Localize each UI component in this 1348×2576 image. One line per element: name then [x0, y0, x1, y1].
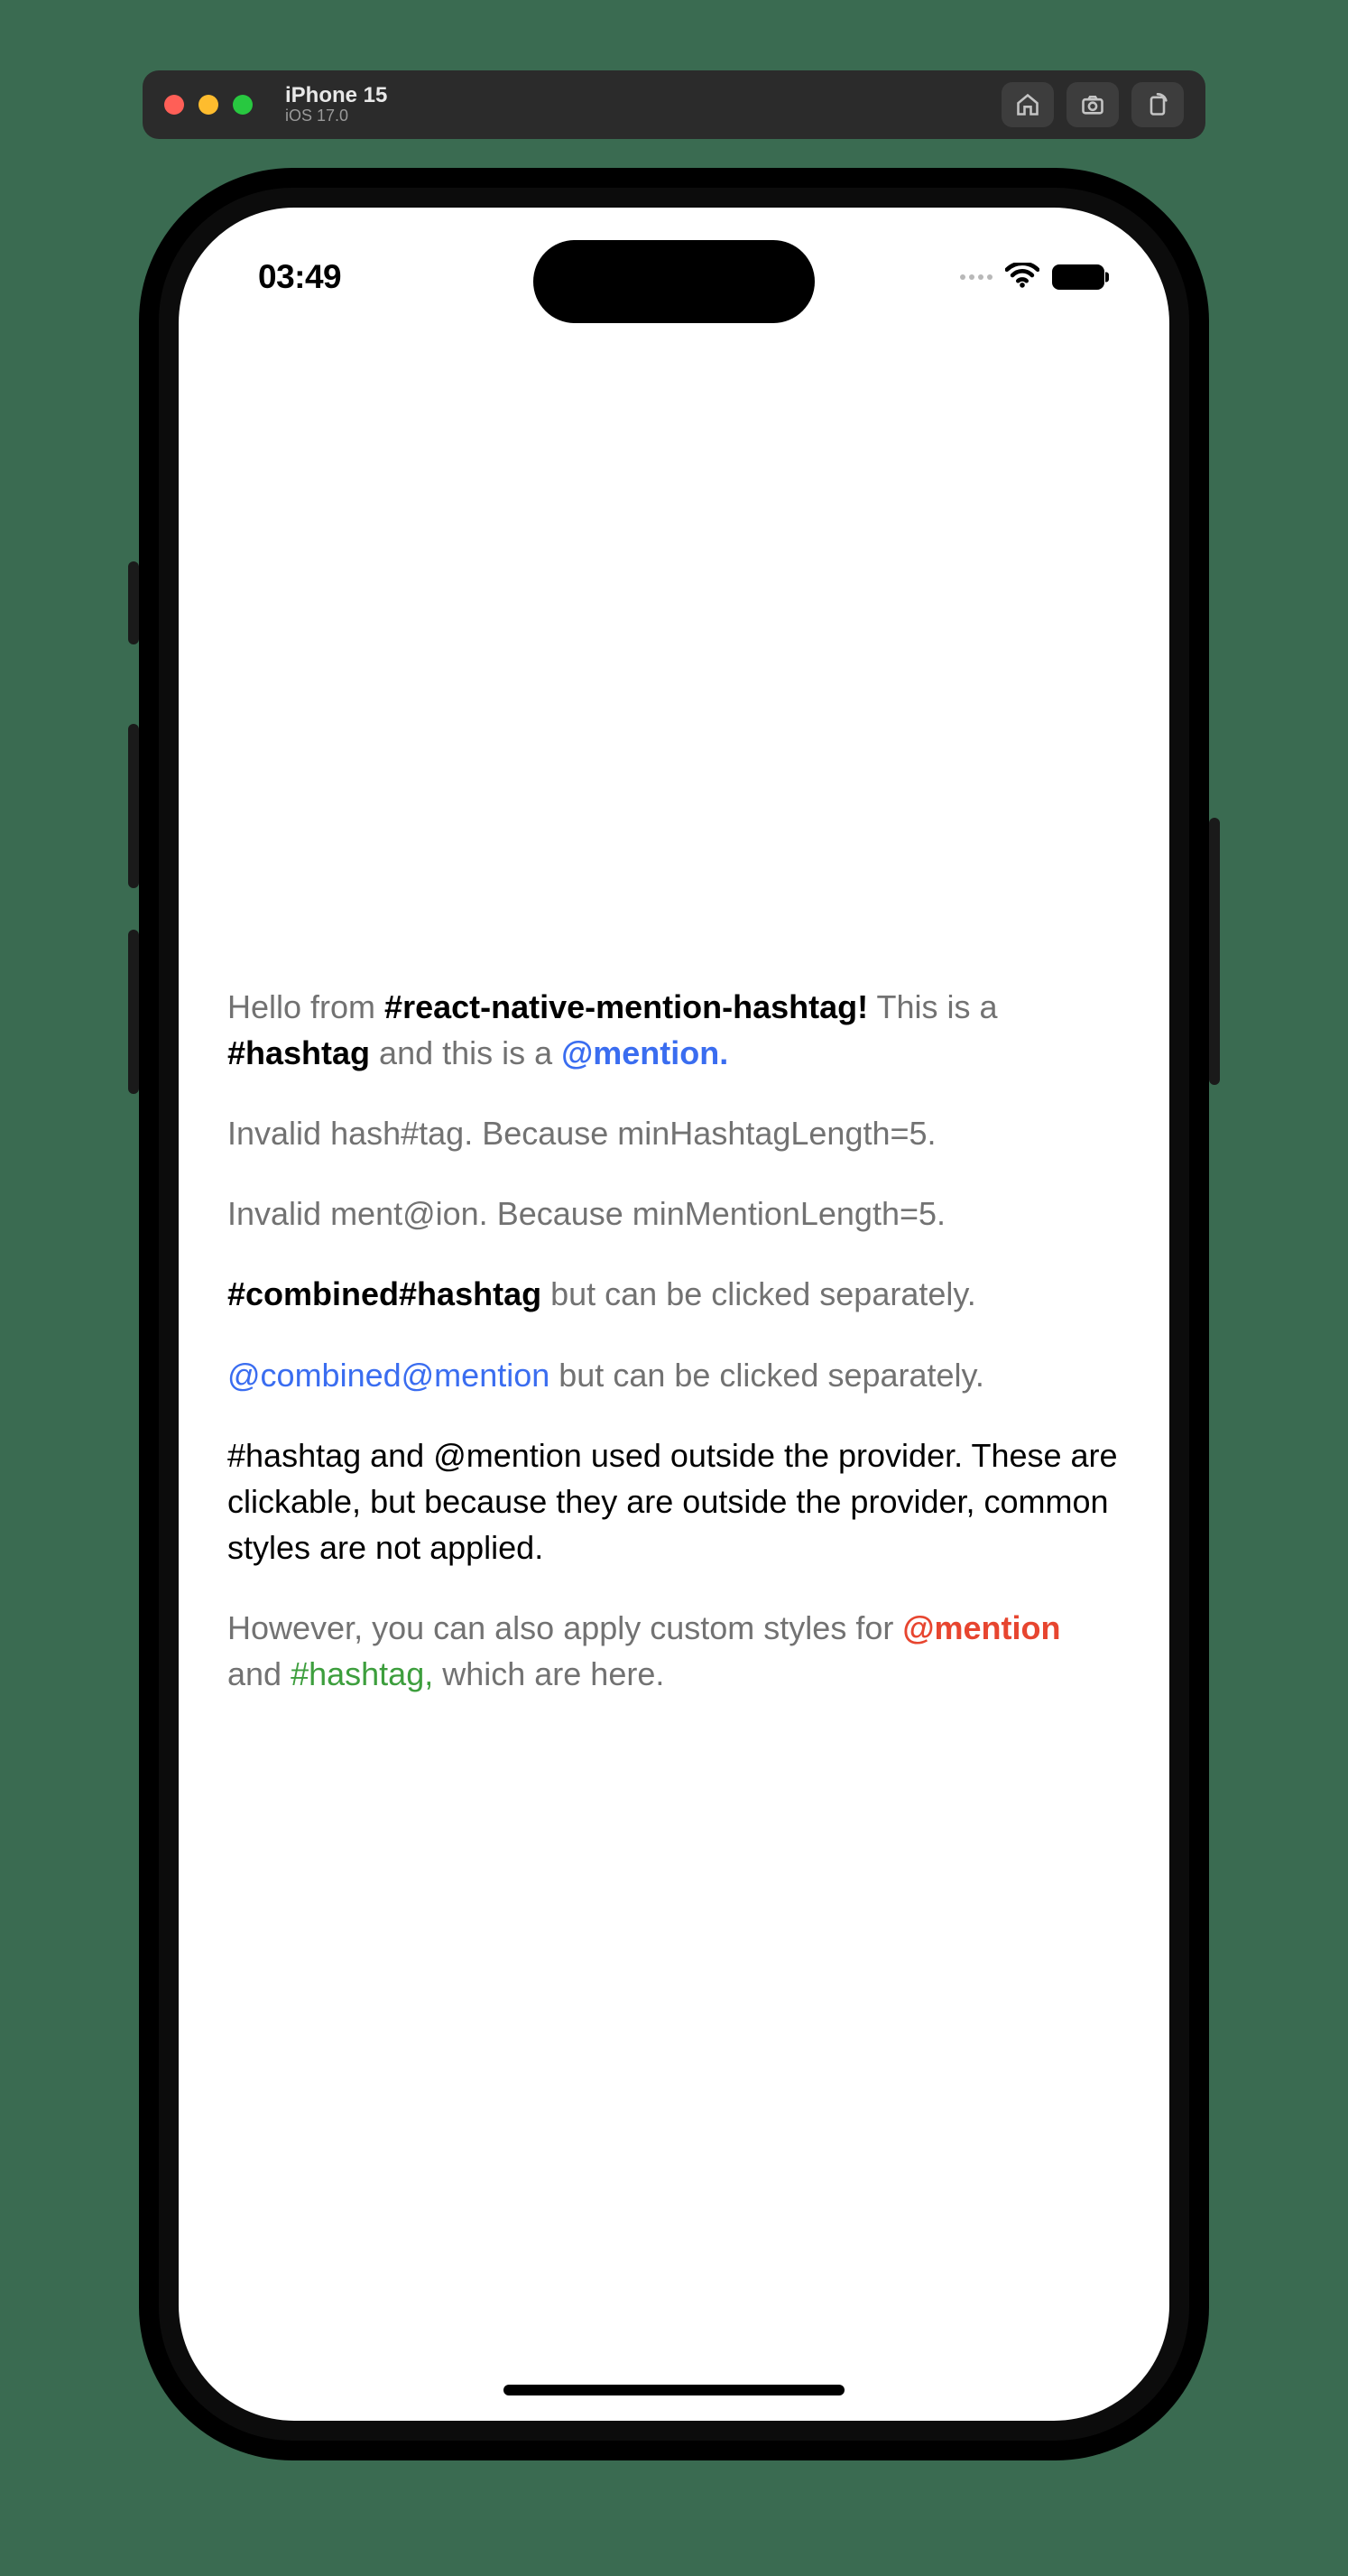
text: This is a [868, 988, 997, 1025]
power-button[interactable] [1209, 818, 1220, 1085]
mention-link[interactable]: @combined@mention [227, 1357, 549, 1394]
paragraph-5: @combined@mention but can be clicked sep… [227, 1352, 1121, 1398]
hashtag-link[interactable]: #hashtag, [291, 1655, 433, 1692]
hashtag-link[interactable]: #hashtag [227, 1034, 370, 1071]
home-icon [1015, 92, 1040, 117]
home-indicator[interactable] [503, 2385, 845, 2395]
text: and this is a [370, 1034, 561, 1071]
volume-down-button[interactable] [128, 930, 139, 1094]
text: but can be clicked separately. [541, 1275, 976, 1312]
paragraph-1: Hello from #react-native-mention-hashtag… [227, 984, 1121, 1076]
close-window-button[interactable] [164, 95, 184, 115]
hashtag-link[interactable]: #combined#hashtag [227, 1275, 541, 1312]
rotate-button[interactable] [1131, 82, 1184, 127]
mention-link[interactable]: @mention. [561, 1034, 728, 1071]
paragraph-4: #combined#hashtag but can be clicked sep… [227, 1271, 1121, 1317]
app-content: Hello from #react-native-mention-hashtag… [227, 984, 1121, 1731]
status-indicators [960, 263, 1104, 292]
camera-icon [1080, 92, 1105, 117]
battery-icon [1052, 264, 1104, 290]
volume-up-button[interactable] [128, 724, 139, 888]
phone-screen: 03:49 Hello from #react-native-mention-h… [179, 208, 1169, 2421]
status-time: 03:49 [258, 258, 341, 296]
minimize-window-button[interactable] [199, 95, 218, 115]
simulator-toolbar: iPhone 15 iOS 17.0 [143, 70, 1205, 139]
cellular-icon [960, 274, 993, 280]
text: Hello from [227, 988, 384, 1025]
os-version: iOS 17.0 [285, 107, 387, 125]
device-name: iPhone 15 [285, 84, 387, 107]
text: However, you can also apply custom style… [227, 1609, 902, 1646]
paragraph-3: Invalid ment@ion. Because minMentionLeng… [227, 1191, 1121, 1237]
silence-switch[interactable] [128, 561, 139, 644]
wifi-icon [1005, 263, 1039, 292]
paragraph-6: #hashtag and @mention used outside the p… [227, 1432, 1121, 1571]
text: which are here. [433, 1655, 664, 1692]
screenshot-button[interactable] [1066, 82, 1119, 127]
text: but can be clicked separately. [549, 1357, 984, 1394]
window-controls [164, 95, 253, 115]
phone-bezel: 03:49 Hello from #react-native-mention-h… [159, 188, 1189, 2441]
hashtag-link[interactable]: #react-native-mention-hashtag! [384, 988, 868, 1025]
rotate-icon [1145, 92, 1170, 117]
home-button[interactable] [1002, 82, 1054, 127]
simulator-actions [1002, 82, 1184, 127]
paragraph-7: However, you can also apply custom style… [227, 1605, 1121, 1697]
paragraph-2: Invalid hash#tag. Because minHashtagLeng… [227, 1110, 1121, 1156]
simulator-title: iPhone 15 iOS 17.0 [285, 84, 387, 125]
mention-link[interactable]: @mention [902, 1609, 1060, 1646]
phone-frame: 03:49 Hello from #react-native-mention-h… [139, 168, 1209, 2460]
status-bar: 03:49 [179, 249, 1169, 305]
fullscreen-window-button[interactable] [233, 95, 253, 115]
text: and [227, 1655, 291, 1692]
